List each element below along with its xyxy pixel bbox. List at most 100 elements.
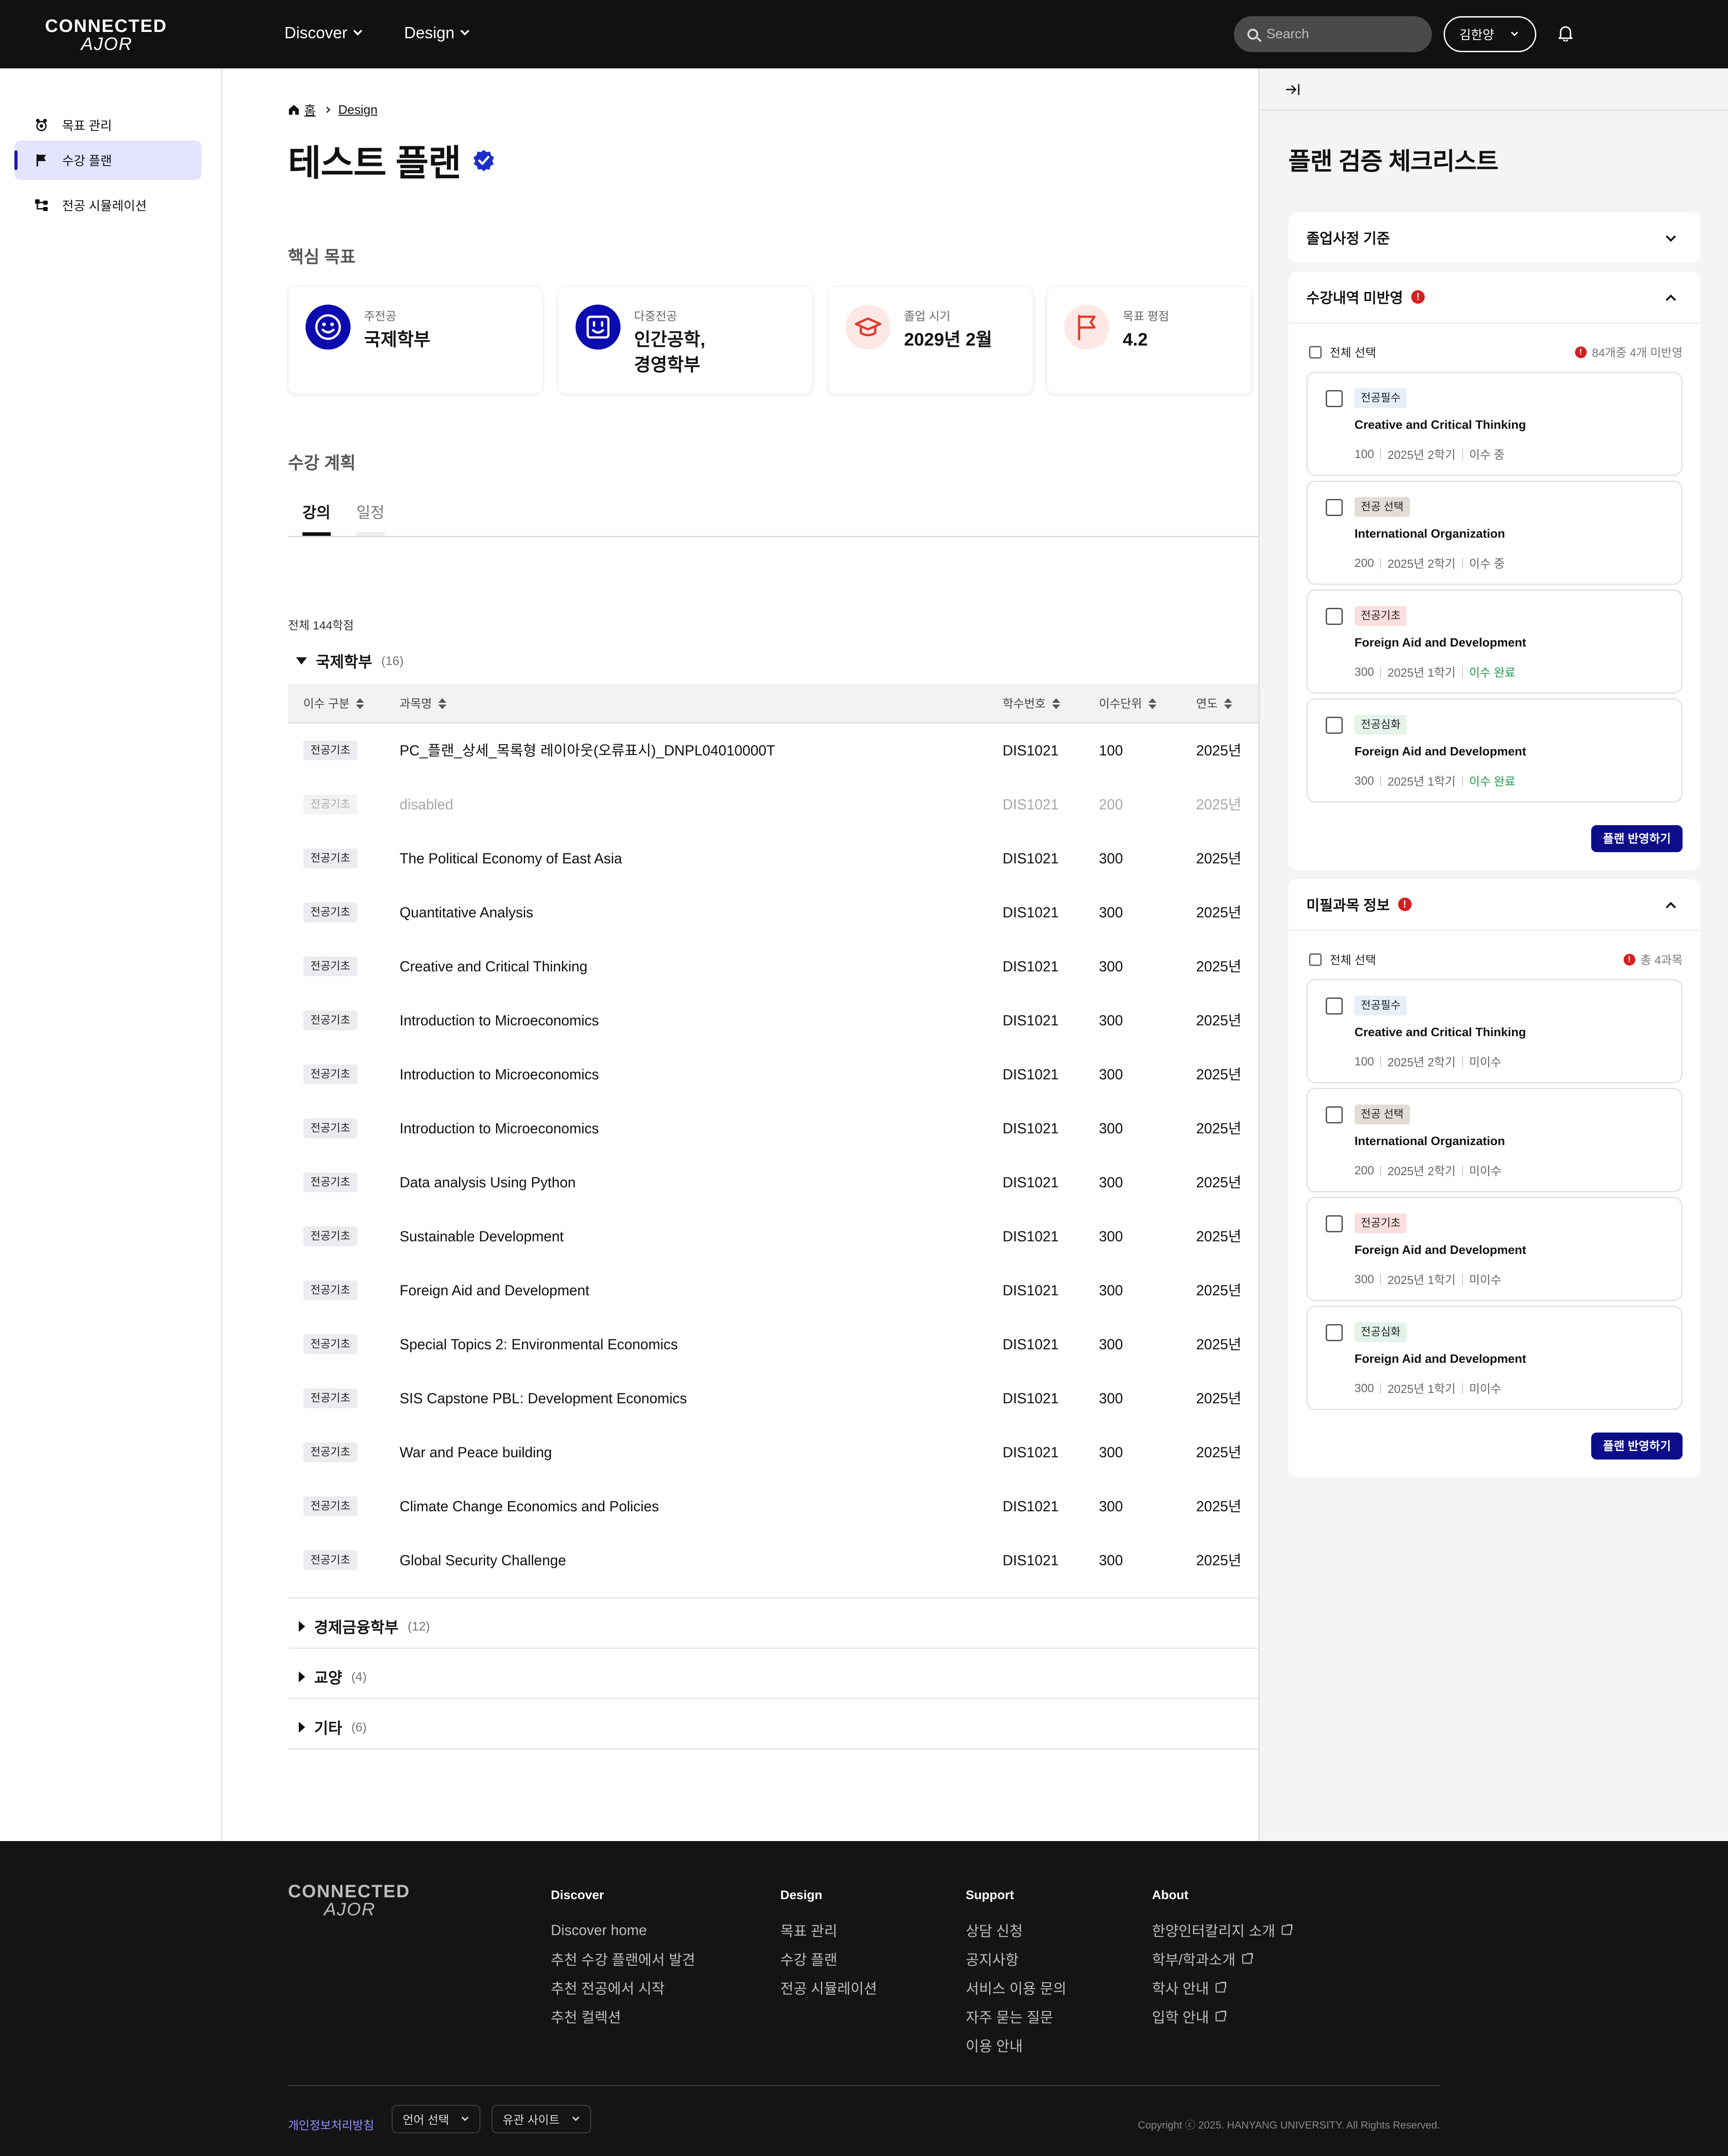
course-checkbox[interactable] [1326,390,1343,407]
course-check-card[interactable]: 전공필수 Creative and Critical Thinking 100 202… [1306,372,1683,476]
nav-design[interactable]: Design [404,23,469,42]
nav-discover[interactable]: Discover [284,23,362,42]
footer-link[interactable]: 공지사항 [966,1945,1066,1973]
footer-link[interactable]: 상담 신청 [966,1916,1066,1945]
collapse-panel-icon[interactable] [1285,83,1301,96]
course-checkbox[interactable] [1326,1106,1343,1123]
course-name: disabled [400,796,454,813]
footer-link[interactable]: 추천 컬렉션 [551,2002,695,2031]
footer-link[interactable]: Discover home [551,1916,695,1945]
sidebar-item-simulation[interactable]: 전공 시뮬레이션 [14,185,202,225]
footer-link[interactable]: 이용 안내 [966,2031,1066,2060]
group-toggle-econ[interactable]: 경제금융학부 (12) [288,1615,430,1637]
goal-card-graduation[interactable]: 졸업 시기 2029년 2월 [828,286,1033,394]
footer-link[interactable]: 추천 전공에서 시작 [551,1973,695,2002]
section-header[interactable]: 졸업사정 기준 [1306,212,1390,263]
logo[interactable]: CONNECTED AJOR [45,17,167,53]
apply-plan-button[interactable]: 플랜 반영하기 [1591,1433,1683,1460]
top-header: CONNECTED AJOR Discover Design 김한양 [0,0,1728,68]
course-check-card[interactable]: 전공필수 Creative and Critical Thinking 100 202… [1306,979,1683,1083]
col-code[interactable]: 학수번호 [1003,684,1060,723]
related-sites-select[interactable]: 유관 사이트 [491,2105,591,2134]
table-row[interactable]: 전공기초 Special Topics 2: Environmental Econ… [288,1317,1258,1371]
course-check-card[interactable]: 전공 선택 International Organization 200 2025년 … [1306,481,1683,585]
footer-link[interactable]: 전공 시뮬레이션 [780,1973,877,2002]
course-checkbox[interactable] [1326,1324,1343,1341]
table-row[interactable]: 전공기초 Foreign Aid and Development DIS1021 30… [288,1263,1258,1317]
table-row[interactable]: 전공기초 SIS Capstone PBL: Development Econom… [288,1371,1258,1425]
footer-link[interactable]: 수강 플랜 [780,1945,877,1973]
table-row[interactable]: 전공기초 Climate Change Economics and Policie… [288,1479,1258,1533]
footer-link[interactable]: 한양인터칼리지 소개 [1152,1916,1292,1945]
table-row[interactable]: 전공기초 Sustainable Development DIS1021 300 202… [288,1209,1258,1263]
select-all[interactable]: 전체 선택 [1309,344,1376,360]
bell-icon[interactable] [1558,25,1573,41]
select-all-checkbox[interactable] [1309,346,1322,359]
course-check-card[interactable]: 전공심화 Foreign Aid and Development 300 2025년 … [1306,1306,1683,1410]
table-row[interactable]: 전공기초 Data analysis Using Python DIS1021 300… [288,1155,1258,1209]
language-select[interactable]: 언어 선택 [392,2105,481,2134]
user-menu-button[interactable]: 김한양 [1444,16,1536,52]
chevron-up-icon[interactable] [1665,294,1676,305]
breadcrumb-current[interactable]: Design [338,103,378,117]
footer-link[interactable]: 학부/학과소개 [1152,1945,1292,1973]
footer-link-label: 학부/학과소개 [1152,1952,1236,1968]
table-row[interactable]: 전공기초 War and Peace building DIS1021 300 2025… [288,1425,1258,1479]
table-row[interactable]: 전공기초 PC_플랜_상세_목록형 레이아웃(오류표시)_DNPL04010000… [288,723,1258,777]
col-name[interactable]: 과목명 [400,684,446,723]
table-row[interactable]: 전공기초 Introduction to Microeconomics DIS102… [288,1047,1258,1101]
course-title: International Organization [1354,1134,1505,1148]
course-check-card[interactable]: 전공기초 Foreign Aid and Development 300 2025년 … [1306,1197,1683,1301]
footer-link[interactable]: 추천 수강 플랜에서 발견 [551,1945,695,1973]
course-unit: 300 [1099,958,1123,975]
section-graduation-criteria[interactable]: 졸업사정 기준 [1288,212,1701,263]
section-header[interactable]: 수강내역 미반영 ! [1306,272,1425,322]
chevron-up-icon[interactable] [1665,902,1676,912]
footer-link[interactable]: 서비스 이용 문의 [966,1973,1066,2002]
footer-link[interactable]: 목표 관리 [780,1916,877,1945]
group-toggle-liberal[interactable]: 교양 (4) [288,1666,367,1688]
select-all-checkbox[interactable] [1309,953,1322,966]
search-box[interactable] [1234,16,1432,52]
table-row[interactable]: 전공기초 The Political Economy of East Asia DI… [288,831,1258,885]
col-unit[interactable]: 이수단위 [1099,684,1156,723]
section-header[interactable]: 미필과목 정보 ! [1306,879,1412,930]
course-checkbox[interactable] [1326,1215,1343,1232]
col-type[interactable]: 이수 구분 [303,684,364,723]
course-check-card[interactable]: 전공기초 Foreign Aid and Development 300 2025년 … [1306,589,1683,694]
table-row[interactable]: 전공기초 Quantitative Analysis DIS1021 300 2025년 [288,885,1258,939]
course-checkbox[interactable] [1326,997,1343,1015]
apply-plan-button[interactable]: 플랜 반영하기 [1591,825,1683,852]
search-input[interactable] [1266,27,1410,42]
group-toggle-etc[interactable]: 기타 (6) [288,1716,367,1738]
tab-schedule[interactable]: 일정 [356,500,385,536]
table-row[interactable]: 전공기초 Introduction to Microeconomics DIS102… [288,993,1258,1047]
table-row[interactable]: 전공기초 Global Security Challenge DIS1021 300 2… [288,1533,1258,1587]
goal-card-multi-major[interactable]: 다중전공 인간공학, 경영학부 [558,286,813,394]
footer-logo[interactable]: CONNECTED AJOR [288,1882,410,1918]
logo-line1: CONNECTED [288,1882,410,1901]
table-row[interactable]: 전공기초 Creative and Critical Thinking DIS102… [288,939,1258,993]
course-checkbox[interactable] [1326,717,1343,734]
course-table: 이수 구분 과목명 학수번호 이수단위 연도 전공기초 PC_플랜_상세_목록형 … [288,684,1258,1587]
col-year[interactable]: 연도 [1196,684,1232,723]
footer-link[interactable]: 자주 묻는 질문 [966,2002,1066,2031]
course-checkbox[interactable] [1326,499,1343,516]
select-all[interactable]: 전체 선택 [1309,951,1376,968]
footer-link[interactable]: 학사 안내 [1152,1973,1292,2002]
sidebar-item-goals[interactable]: 목표 관리 [14,105,202,145]
sidebar-item-plan[interactable]: 수강 플랜 [14,140,202,180]
table-row[interactable]: 전공기초 Introduction to Microeconomics DIS102… [288,1101,1258,1155]
footer-link[interactable]: 입학 안내 [1152,2002,1292,2031]
tab-lectures[interactable]: 강의 [302,500,331,536]
course-checkbox[interactable] [1326,608,1343,625]
goal-card-major[interactable]: 주전공 국제학부 [288,286,543,394]
footer-column-title: Support [966,1888,1014,1902]
breadcrumb-home[interactable]: 홈 [288,101,316,119]
course-check-card[interactable]: 전공 선택 International Organization 200 2025년 … [1306,1088,1683,1192]
course-check-card[interactable]: 전공심화 Foreign Aid and Development 300 2025년 … [1306,698,1683,803]
course-unit: 300 [1099,1012,1123,1029]
privacy-policy-link[interactable]: 개인정보처리방침 [288,2116,374,2133]
group-toggle-intl[interactable]: 국제학부 (16) [288,650,404,672]
goal-card-gpa[interactable]: 목표 평점 4.2 [1047,286,1252,394]
